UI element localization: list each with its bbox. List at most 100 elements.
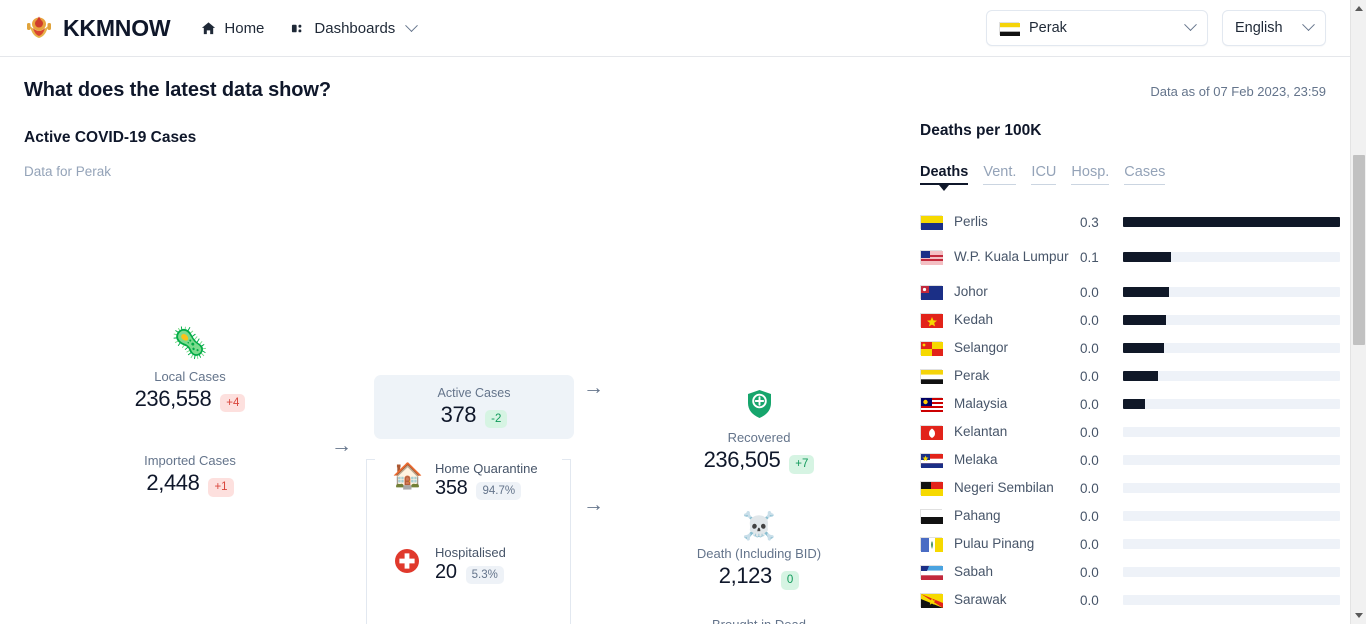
state-flag-icon [920,397,943,412]
death-label: Death (Including BID) [696,546,822,562]
language-select[interactable]: English [1222,10,1326,46]
ranking-state-name: Pulau Pinang [954,535,1035,551]
home-quarantine-share: 94.7% [476,482,522,501]
ranking-state-name: Kedah [954,311,994,327]
scrollbar-thumb[interactable] [1353,155,1365,345]
ranking-value: 0.0 [1080,340,1099,356]
ranking-state-name: Perlis [954,213,988,229]
ranking-bar-track [1123,539,1340,549]
ranking-bar-track [1123,343,1340,353]
outcome-brought-in-dead: Brought in Dead 396 0 [689,617,829,624]
ranking-state-name: W.P. Kuala Lumpur [954,248,1069,264]
ranking-row[interactable]: Sabah 0.0 [920,558,1340,586]
ranking-state-name: Selangor [954,339,1009,355]
local-cases-value: 236,558 [134,386,212,411]
active-cases-breakdown: 🏠 Home Quarantine 358 94.7% Hospitalised… [392,457,592,624]
ranking-state-name: Perak [954,367,990,383]
ranking-row[interactable]: Pahang 0.0 [920,502,1340,530]
state-flag-icon [920,481,943,496]
outcome-death: ☠️ Death (Including BID) 2,123 0 [689,510,829,590]
ranking-state-name: Melaka [954,451,998,467]
nav-item-dashboards-label: Dashboards [314,19,396,37]
ranking-row[interactable]: Perak 0.0 [920,362,1340,390]
ranking-value: 0.0 [1080,312,1099,328]
ranking-row[interactable]: Sarawak 0.0 [920,586,1340,614]
active-cases-value: 378 [440,401,477,427]
arrow-right-icon-hosp: → [583,376,604,399]
ranking-row[interactable]: Negeri Sembilan 0.0 [920,474,1340,502]
local-cases-delta: +4 [220,394,246,413]
house-with-mask-icon: 🏠 [392,462,424,490]
ranking-bar-track [1123,217,1340,227]
app-root: KKMNOW Home Dashboards Perak English Wha… [0,0,1366,624]
tab-vent[interactable]: Vent. [983,164,1017,185]
skull-crossbones-icon: ☠️ [742,510,776,541]
recovered-delta: +7 [789,455,815,474]
ranking-state-name: Sabah [954,563,994,579]
ranking-bar-track [1123,252,1340,262]
hospitalised-label: Hospitalised [435,545,506,560]
ranking-bar-track [1123,315,1340,325]
ranking-state-name: Pahang [954,507,1001,523]
state-flag-icon [920,509,943,524]
ranking-bar-fill [1123,399,1145,409]
flow-left-column: 🦠 Local Cases 236,558 +4 Imported Cases … [124,329,256,497]
state-flag-icon [920,565,943,580]
state-flag-icon [920,537,943,552]
ranking-value: 0.0 [1080,480,1099,496]
state-flag-icon [920,425,943,440]
bid-label: Brought in Dead [689,617,829,624]
state-flag-icon [920,215,943,230]
local-cases-label: Local Cases [154,369,226,384]
breakdown-item-hospitalised: Hospitalised 20 5.3% [392,541,592,624]
state-select-value: Perak [1029,20,1067,36]
ranking-bar-track [1123,399,1340,409]
ranking-bar-track [1123,371,1340,381]
ranking-row[interactable]: Kedah 0.0 [920,306,1340,334]
ranking-row[interactable]: Malaysia 0.0 [920,390,1340,418]
tab-icu[interactable]: ICU [1031,164,1057,185]
ranking-row[interactable]: Pulau Pinang 0.0 [920,530,1340,558]
ranking-row[interactable]: Melaka 0.0 [920,446,1340,474]
perak-flag-icon [999,21,1020,36]
ranking-state-name: Kelantan [954,423,1008,439]
ranking-row[interactable]: W.P. Kuala Lumpur 0.1 [920,236,1340,278]
primary-nav: Home Dashboards [200,18,419,37]
flow-outcomes-column: Recovered 236,505 +7 ☠️ Death (Including… [689,389,829,624]
tab-cases[interactable]: Cases [1124,164,1166,185]
nav-item-home-label: Home [224,19,265,37]
ranking-value: 0.0 [1080,368,1099,384]
scroll-down-button[interactable] [1351,607,1366,624]
tab-hosp[interactable]: Hosp. [1071,164,1110,185]
ranking-bar-fill [1123,343,1165,353]
ranking-row[interactable]: Johor 0.0 [920,278,1340,306]
ranking-bar-track [1123,511,1340,521]
scroll-viewport: KKMNOW Home Dashboards Perak English Wha… [0,0,1350,624]
arrow-right-icon-left: → [331,434,352,457]
breakdown-item-home-quarantine: 🏠 Home Quarantine 358 94.7% [392,457,592,541]
ranking-row[interactable]: Kelantan 0.0 [920,418,1340,446]
scroll-up-button[interactable] [1351,0,1366,17]
ranking-bar-track [1123,455,1340,465]
ranking-bar-track [1123,427,1340,437]
chevron-down-icon [1184,18,1197,36]
hospitalised-share: 5.3% [465,566,504,585]
chevron-down-icon[interactable] [403,18,419,36]
nav-item-home[interactable]: Home [200,20,264,37]
home-quarantine-label: Home Quarantine [435,461,538,476]
ranking-row[interactable]: Selangor 0.0 [920,334,1340,362]
ranking-row[interactable]: Perlis 0.3 [920,208,1340,236]
tab-deaths[interactable]: Deaths [920,164,969,185]
imported-cases-delta: +1 [208,478,234,497]
vertical-scrollbar[interactable] [1350,0,1366,624]
nav-item-dashboards[interactable]: Dashboards [290,18,419,37]
state-flag-icon [920,285,943,300]
state-flag-icon [920,341,943,356]
death-delta: 0 [780,571,800,590]
ranking-bar-fill [1123,252,1171,262]
home-icon [200,20,216,36]
ranking-bar-fill [1123,217,1340,227]
state-select[interactable]: Perak [986,10,1208,46]
metric-tabs: Deaths Vent. ICU Hosp. Cases [920,164,1340,185]
brand-logo[interactable]: KKMNOW [24,15,171,42]
